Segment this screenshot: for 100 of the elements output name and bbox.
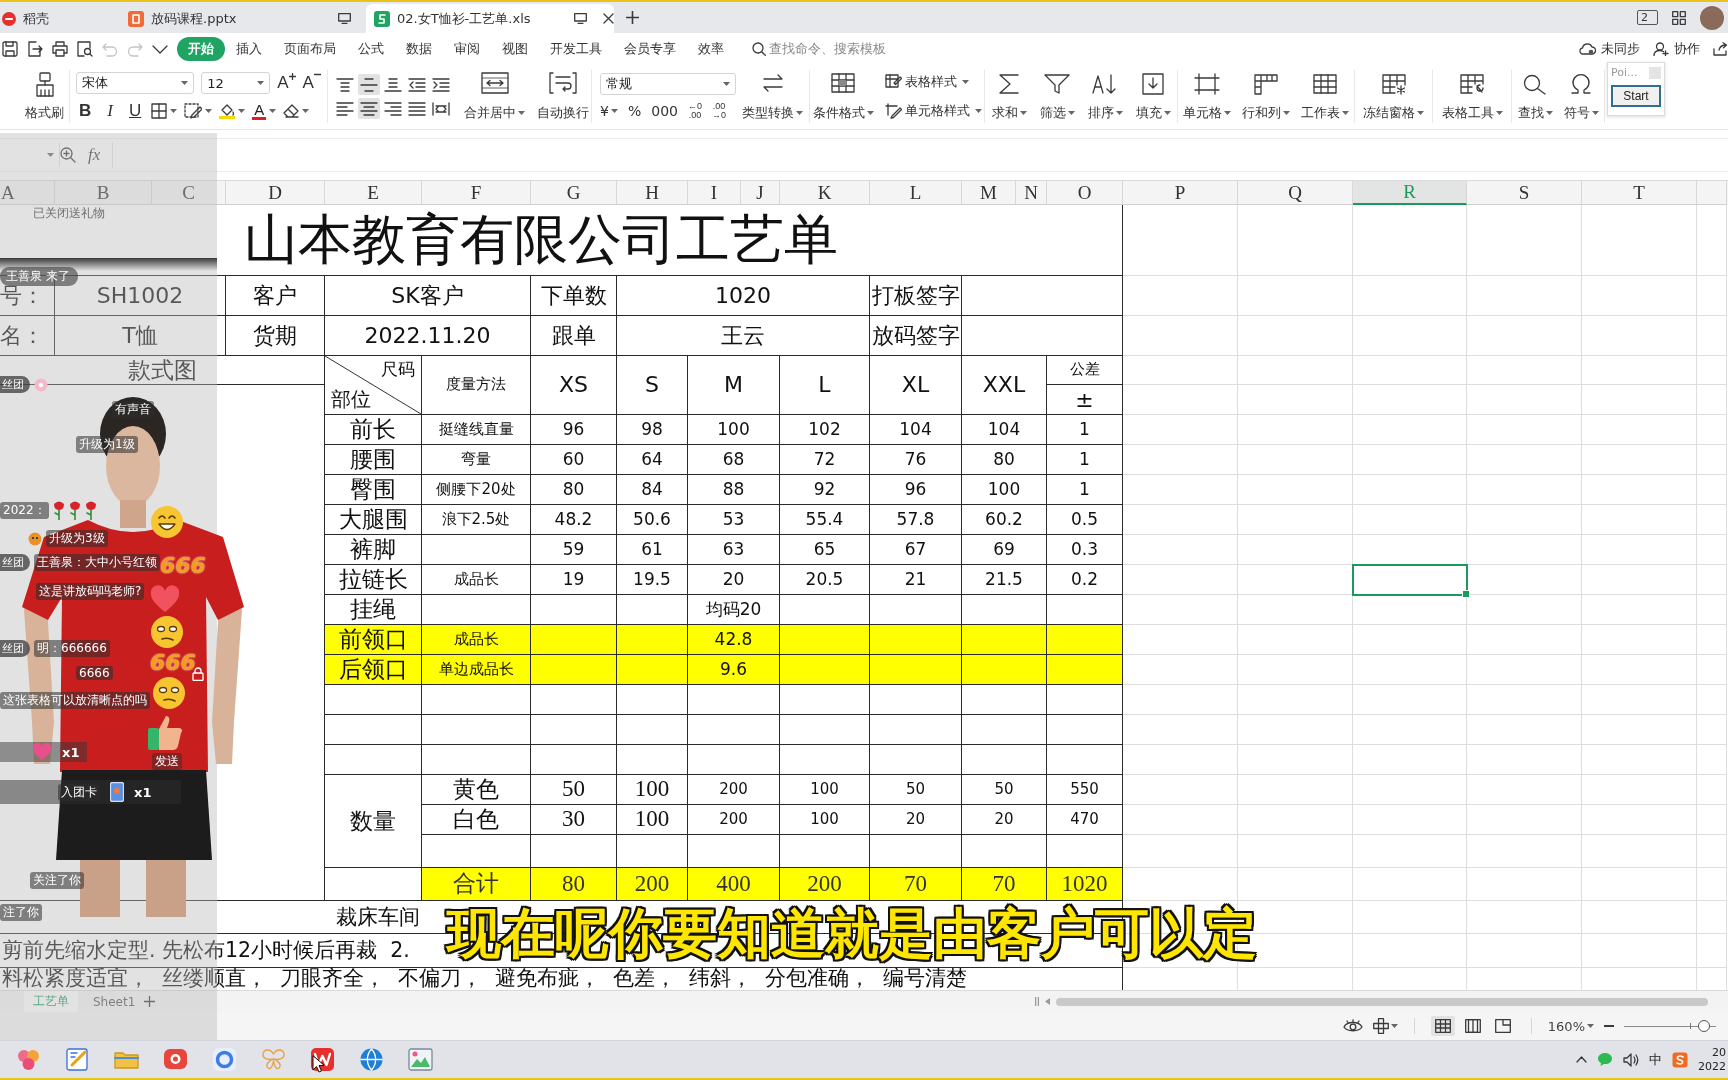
menu-tab[interactable]: 页面布局 — [273, 36, 347, 61]
menu-tab[interactable]: 审阅 — [443, 36, 491, 61]
filter-button[interactable]: 筛选 — [1039, 71, 1075, 122]
column-header[interactable]: K — [780, 181, 870, 205]
start-button[interactable]: Start — [1611, 85, 1661, 107]
table-style-button[interactable]: 表格样式 — [884, 73, 982, 91]
menu-tab[interactable]: 开发工具 — [539, 36, 613, 61]
underline-button[interactable]: U — [126, 101, 145, 121]
sync-status[interactable]: 未同步 — [1601, 39, 1640, 58]
petal-app-icon[interactable] — [16, 1047, 41, 1072]
save-icon[interactable] — [2, 40, 18, 57]
clock-text[interactable]: 20 — [1712, 1045, 1726, 1060]
globe-app-icon[interactable] — [359, 1047, 384, 1072]
split-handle-icon[interactable] — [1035, 997, 1039, 1006]
cloud-icon[interactable] — [1579, 42, 1596, 55]
symbol-button[interactable]: 符号 — [1563, 71, 1599, 122]
font-color-button[interactable]: A — [252, 102, 277, 120]
menu-tab[interactable]: 数据 — [395, 36, 443, 61]
chevron-up-icon[interactable] — [1576, 1056, 1587, 1063]
eye-icon[interactable] — [1342, 1019, 1363, 1033]
collaborate-button[interactable]: 协作 — [1674, 39, 1700, 58]
column-header[interactable]: O — [1047, 181, 1123, 205]
search-field[interactable]: 查找命令、搜索模板 — [769, 41, 899, 56]
record-app-icon[interactable] — [163, 1047, 188, 1072]
input-method-indicator[interactable]: 中 — [1649, 1050, 1662, 1069]
print-icon[interactable] — [52, 40, 68, 57]
clock-text[interactable]: 2022 — [1698, 1059, 1726, 1074]
send-button[interactable]: 发送 — [152, 753, 182, 770]
slider-thumb[interactable] — [1698, 1020, 1711, 1032]
percent-button[interactable]: % — [627, 103, 642, 119]
column-header[interactable]: I — [688, 181, 741, 205]
column-header[interactable]: P — [1123, 181, 1238, 205]
sum-button[interactable]: 求和 — [991, 71, 1027, 122]
cross-view-button[interactable] — [1372, 1018, 1398, 1034]
sort-button[interactable]: 排序 — [1087, 71, 1123, 122]
cell-style-button[interactable]: 单元格样式 — [884, 102, 982, 120]
add-sheet-icon[interactable] — [144, 996, 156, 1007]
new-tab-icon[interactable] — [626, 11, 639, 24]
font-select[interactable]: 宋体 — [76, 72, 195, 94]
decrease-font-button[interactable]: A — [302, 73, 321, 93]
column-header[interactable]: A — [0, 181, 55, 205]
sheet-button[interactable]: 工作表 — [1300, 71, 1349, 122]
bold-button[interactable]: B — [76, 101, 95, 121]
zoom-search-icon[interactable] — [60, 147, 76, 163]
freeze-button[interactable]: 冻结窗格 — [1363, 71, 1424, 122]
column-header[interactable]: S — [1467, 181, 1582, 205]
person-add-icon[interactable] — [1653, 41, 1669, 56]
find-button[interactable]: 查找 — [1517, 71, 1553, 122]
menu-tab[interactable]: 视图 — [491, 36, 539, 61]
notepad-app-icon[interactable] — [65, 1047, 90, 1072]
menu-tab[interactable]: 效率 — [687, 36, 735, 61]
close-icon[interactable] — [603, 13, 614, 24]
function-button[interactable]: fx — [88, 145, 101, 165]
increase-font-button[interactable]: A — [277, 73, 296, 93]
menu-tab[interactable]: 会员专享 — [613, 36, 687, 61]
fill-color-button[interactable] — [219, 103, 246, 119]
menu-tab[interactable]: 公式 — [347, 36, 395, 61]
conditional-format-button[interactable]: 条件格式 — [812, 71, 874, 122]
scroll-left-icon[interactable] — [1045, 998, 1050, 1005]
zoom-level-button[interactable]: 160% — [1547, 1018, 1594, 1034]
align-button[interactable] — [358, 98, 380, 119]
italic-button[interactable]: I — [101, 101, 120, 121]
column-header[interactable]: C — [152, 181, 226, 205]
column-header[interactable]: E — [325, 181, 422, 205]
number-format-select[interactable]: 常规 — [600, 73, 736, 95]
font-size-select[interactable]: 12 — [201, 72, 271, 94]
apps-grid-icon[interactable] — [1672, 10, 1686, 25]
monitor-icon[interactable] — [338, 13, 351, 24]
speaker-icon[interactable] — [1623, 1052, 1639, 1067]
currency-button[interactable]: ¥ — [600, 103, 618, 119]
column-header[interactable]: N — [1016, 181, 1047, 205]
rowcol-button[interactable]: 行和列 — [1242, 71, 1290, 122]
image-app-icon[interactable] — [408, 1047, 433, 1072]
window-count[interactable]: 2 — [1637, 10, 1658, 25]
cell-button[interactable]: 单元格 — [1183, 71, 1232, 122]
cell-format-button[interactable] — [184, 103, 213, 119]
decrease-decimal-button[interactable]: .00 →0 — [712, 102, 726, 120]
export-icon[interactable] — [27, 40, 43, 57]
column-header[interactable]: B — [55, 181, 152, 205]
increase-decimal-button[interactable]: ←0 .00 — [687, 102, 702, 120]
column-header[interactable]: L — [870, 181, 962, 205]
monitor-icon[interactable] — [574, 13, 587, 24]
menu-tab[interactable]: 插入 — [225, 36, 273, 61]
document-tab[interactable]: 稻壳 — [0, 4, 108, 33]
column-header[interactable]: H — [617, 181, 688, 205]
preview-icon[interactable] — [77, 40, 93, 57]
tabletools-button[interactable]: 表格工具 — [1441, 71, 1503, 122]
column-header[interactable]: T — [1582, 181, 1697, 205]
align-button[interactable] — [358, 74, 380, 95]
share-icon[interactable] — [1713, 41, 1728, 56]
column-header[interactable]: G — [531, 181, 617, 205]
fill-button[interactable]: 填充 — [1135, 71, 1171, 122]
ring-app-icon[interactable] — [212, 1047, 237, 1072]
column-header[interactable]: M — [962, 181, 1016, 205]
document-tab[interactable]: 02.女T恤衫-工艺单.xls — [366, 4, 614, 33]
thousands-button[interactable]: 000 — [651, 103, 678, 119]
selected-cell[interactable] — [1352, 564, 1468, 596]
column-header[interactable]: D — [226, 181, 325, 205]
input-app-icon[interactable] — [1672, 1051, 1688, 1068]
column-header[interactable]: J — [741, 181, 780, 205]
